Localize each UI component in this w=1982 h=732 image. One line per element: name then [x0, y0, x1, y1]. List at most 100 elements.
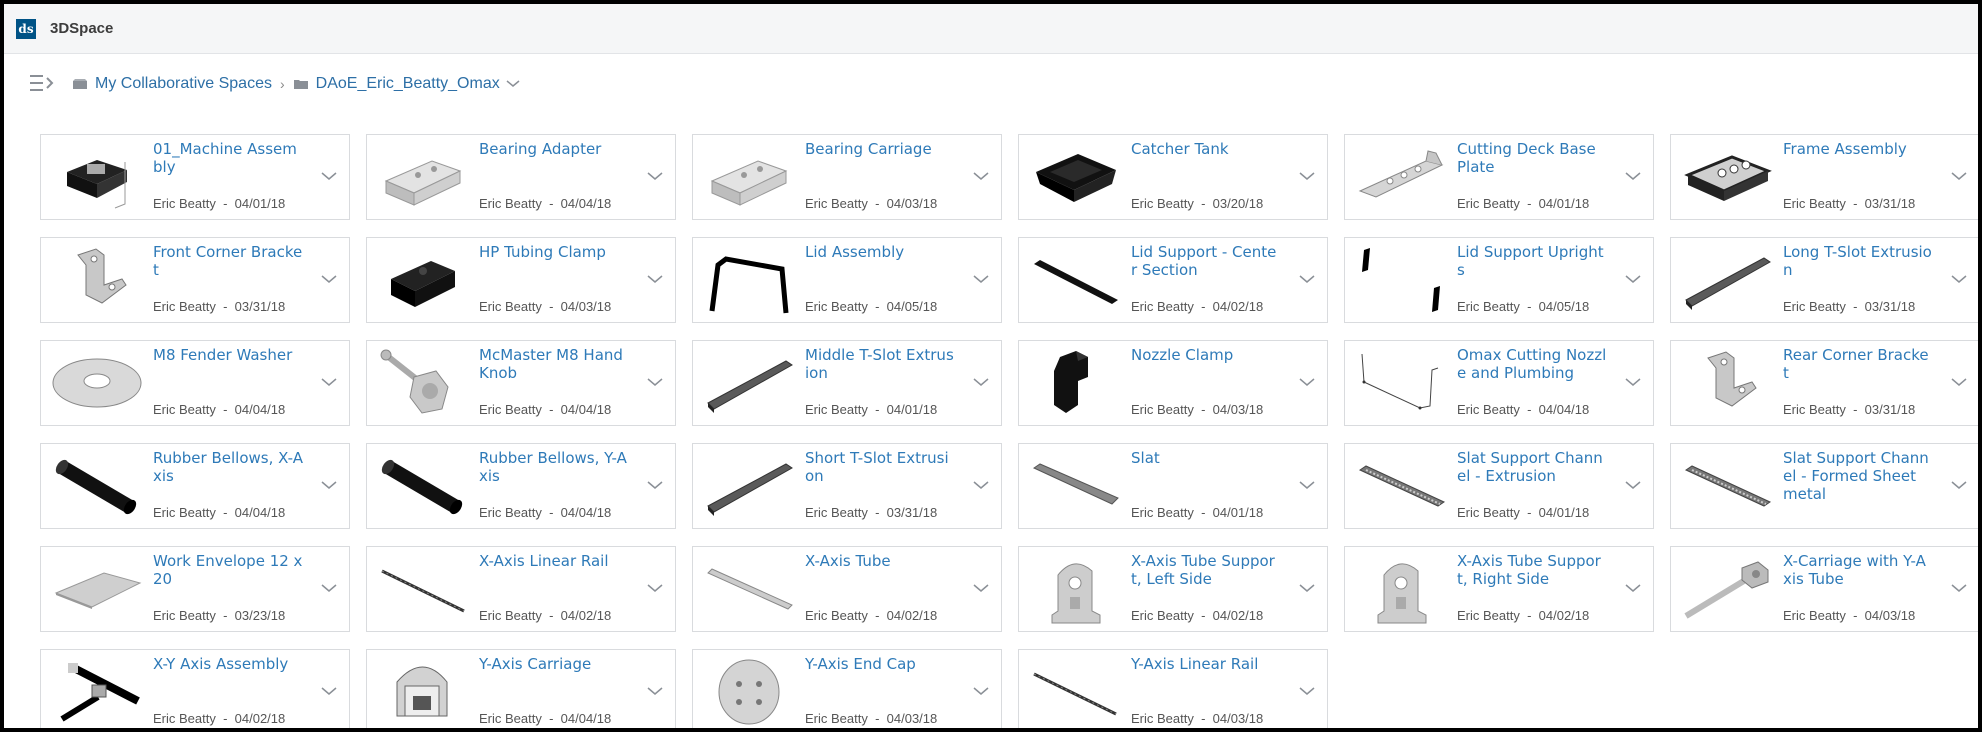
part-card[interactable]: M8 Fender Washer Eric Beatty - 04/04/18	[40, 340, 350, 426]
part-card[interactable]: X-Axis Tube Support, Right Side Eric Beat…	[1344, 546, 1654, 632]
part-card[interactable]: Bearing Carriage Eric Beatty - 04/03/18	[692, 134, 1002, 220]
part-title-link[interactable]: Bearing Adapter	[479, 140, 629, 158]
part-title-link[interactable]: Nozzle Clamp	[1131, 346, 1281, 364]
part-title-link[interactable]: Middle T-Slot Extrusion	[805, 346, 955, 382]
part-title-link[interactable]: Lid Support - Center Section	[1131, 243, 1281, 279]
part-title-link[interactable]: Bearing Carriage	[805, 140, 955, 158]
knob-part-icon[interactable]	[375, 347, 471, 419]
part-card[interactable]: Y-Axis End Cap Eric Beatty - 04/03/18	[692, 649, 1002, 728]
slat-part-icon[interactable]	[1027, 450, 1123, 522]
part-card[interactable]: Short T-Slot Extrusion Eric Beatty - 03/3…	[692, 443, 1002, 529]
chevron-down-icon[interactable]	[1951, 583, 1967, 593]
bellows-part-icon[interactable]	[49, 450, 145, 522]
part-title-link[interactable]: Slat	[1131, 449, 1281, 467]
part-card[interactable]: Lid Support Uprights Eric Beatty - 04/05/…	[1344, 237, 1654, 323]
rail-part-icon[interactable]	[1679, 244, 1775, 316]
chevron-down-icon[interactable]	[1299, 377, 1315, 387]
part-title-link[interactable]: Long T-Slot Extrusion	[1783, 243, 1933, 279]
frame-part-icon[interactable]	[1679, 141, 1775, 213]
wire-part-icon[interactable]	[1353, 347, 1449, 419]
tank-part-icon[interactable]	[1027, 141, 1123, 213]
thinrail-part-icon[interactable]	[1027, 656, 1123, 728]
chevron-down-icon[interactable]	[321, 686, 337, 696]
chevron-down-icon[interactable]	[321, 583, 337, 593]
part-title-link[interactable]: Rubber Bellows, Y-Axis	[479, 449, 629, 485]
breadcrumb-item-collab-spaces[interactable]: My Collaborative Spaces	[72, 75, 272, 93]
part-card[interactable]: Bearing Adapter Eric Beatty - 04/04/18	[366, 134, 676, 220]
chevron-down-icon[interactable]	[1951, 171, 1967, 181]
chevron-down-icon[interactable]	[1625, 171, 1641, 181]
chevron-down-icon[interactable]	[647, 171, 663, 181]
chevron-down-icon[interactable]	[1625, 480, 1641, 490]
block-part-icon[interactable]	[375, 141, 471, 213]
part-title-link[interactable]: Slat Support Channel - Formed Sheet meta…	[1783, 449, 1933, 503]
support-part-icon[interactable]	[1353, 553, 1449, 625]
part-card[interactable]: Front Corner Bracket Eric Beatty - 03/31/…	[40, 237, 350, 323]
uprights-part-icon[interactable]	[1353, 244, 1449, 316]
part-card[interactable]: Nozzle Clamp Eric Beatty - 04/03/18	[1018, 340, 1328, 426]
chevron-down-icon[interactable]	[973, 171, 989, 181]
part-card[interactable]: Long T-Slot Extrusion Eric Beatty - 03/31…	[1670, 237, 1978, 323]
nozzleclamp-part-icon[interactable]	[1027, 347, 1123, 419]
chevron-down-icon[interactable]	[321, 377, 337, 387]
bracket-part-icon[interactable]	[1679, 347, 1775, 419]
lid-part-icon[interactable]	[701, 244, 797, 316]
part-card[interactable]: Slat Support Channel - Extrusion Eric Bea…	[1344, 443, 1654, 529]
chevron-down-icon[interactable]	[1299, 274, 1315, 284]
part-card[interactable]: Rubber Bellows, X-Axis Eric Beatty - 04/0…	[40, 443, 350, 529]
chevron-down-icon[interactable]	[1299, 171, 1315, 181]
tube-part-icon[interactable]	[701, 553, 797, 625]
part-card[interactable]: X-Y Axis Assembly Eric Beatty - 04/02/18	[40, 649, 350, 728]
chevron-down-icon[interactable]	[321, 274, 337, 284]
part-card[interactable]: Work Envelope 12 x 20 Eric Beatty - 03/23…	[40, 546, 350, 632]
part-title-link[interactable]: Y-Axis Linear Rail	[1131, 655, 1281, 673]
part-card[interactable]: Slat Support Channel - Formed Sheet meta…	[1670, 443, 1978, 529]
bracket-part-icon[interactable]	[49, 244, 145, 316]
chevron-down-icon[interactable]	[1299, 686, 1315, 696]
part-card[interactable]: Middle T-Slot Extrusion Eric Beatty - 04/…	[692, 340, 1002, 426]
chevron-down-icon[interactable]	[1625, 377, 1641, 387]
part-card[interactable]: Cutting Deck Base Plate Eric Beatty - 04/…	[1344, 134, 1654, 220]
chevron-down-icon[interactable]	[321, 480, 337, 490]
chevron-down-icon[interactable]	[1299, 480, 1315, 490]
chevron-down-icon[interactable]	[1625, 274, 1641, 284]
part-title-link[interactable]: X-Axis Linear Rail	[479, 552, 629, 570]
rail-part-icon[interactable]	[701, 347, 797, 419]
chevron-down-icon[interactable]	[973, 480, 989, 490]
part-title-link[interactable]: M8 Fender Washer	[153, 346, 303, 364]
ycarriage-part-icon[interactable]	[375, 656, 471, 728]
part-title-link[interactable]: X-Carriage with Y-Axis Tube	[1783, 552, 1933, 588]
part-title-link[interactable]: Omax Cutting Nozzle and Plumbing	[1457, 346, 1607, 382]
part-card[interactable]: X-Axis Tube Support, Left Side Eric Beatt…	[1018, 546, 1328, 632]
block-part-icon[interactable]	[701, 141, 797, 213]
part-title-link[interactable]: X-Axis Tube Support, Left Side	[1131, 552, 1281, 588]
part-card[interactable]: Lid Assembly Eric Beatty - 04/05/18	[692, 237, 1002, 323]
part-title-link[interactable]: 01_Machine Assembly	[153, 140, 303, 176]
chevron-down-icon[interactable]	[1299, 583, 1315, 593]
part-card[interactable]: Catcher Tank Eric Beatty - 03/20/18	[1018, 134, 1328, 220]
xy-part-icon[interactable]	[49, 656, 145, 728]
part-title-link[interactable]: Y-Axis Carriage	[479, 655, 629, 673]
part-card[interactable]: 01_Machine Assembly Eric Beatty - 04/01/1…	[40, 134, 350, 220]
part-title-link[interactable]: Front Corner Bracket	[153, 243, 303, 279]
part-title-link[interactable]: X-Axis Tube	[805, 552, 955, 570]
part-title-link[interactable]: Short T-Slot Extrusion	[805, 449, 955, 485]
part-card[interactable]: Omax Cutting Nozzle and Plumbing Eric Bea…	[1344, 340, 1654, 426]
slotted-part-icon[interactable]	[1679, 450, 1775, 522]
assembly-part-icon[interactable]	[49, 141, 145, 213]
chevron-down-icon[interactable]	[973, 274, 989, 284]
bellows-part-icon[interactable]	[375, 450, 471, 522]
chevron-down-icon[interactable]	[647, 686, 663, 696]
endcap-part-icon[interactable]	[701, 656, 797, 728]
part-card[interactable]: Y-Axis Linear Rail Eric Beatty - 04/03/18	[1018, 649, 1328, 728]
part-title-link[interactable]: Frame Assembly	[1783, 140, 1933, 158]
part-title-link[interactable]: X-Y Axis Assembly	[153, 655, 303, 673]
part-title-link[interactable]: Lid Assembly	[805, 243, 955, 261]
part-title-link[interactable]: X-Axis Tube Support, Right Side	[1457, 552, 1607, 588]
part-card[interactable]: McMaster M8 Hand Knob Eric Beatty - 04/04…	[366, 340, 676, 426]
brand-logo-icon[interactable]: ds	[16, 18, 36, 39]
part-card[interactable]: Lid Support - Center Section Eric Beatty …	[1018, 237, 1328, 323]
chevron-down-icon[interactable]	[321, 171, 337, 181]
part-title-link[interactable]: Slat Support Channel - Extrusion	[1457, 449, 1607, 485]
slotted-part-icon[interactable]	[1353, 450, 1449, 522]
